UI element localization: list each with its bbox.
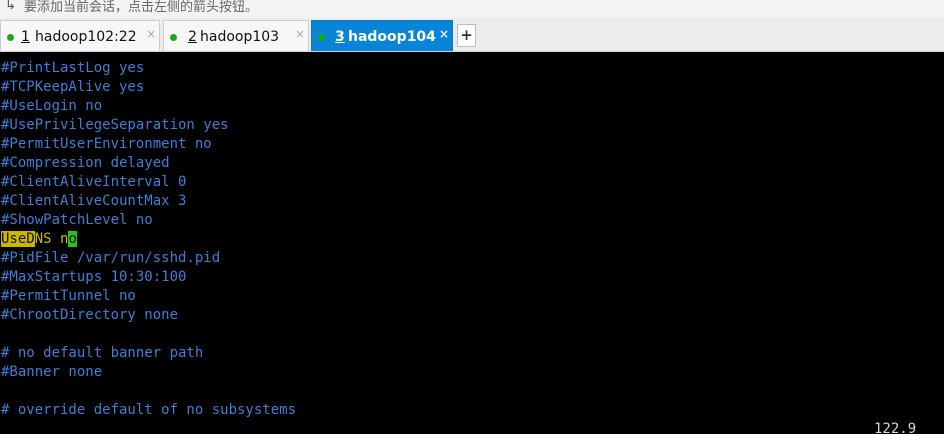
terminal-line: #Banner none xyxy=(1,364,103,380)
terminal-line: #PermitTunnel no xyxy=(1,288,136,304)
new-tab-button[interactable]: + xyxy=(457,24,476,47)
tab-label: hadoop102:22 xyxy=(35,29,137,45)
tab-number: 2 xyxy=(188,29,197,45)
tab-hadoop103[interactable]: 2 hadoop103 × xyxy=(163,20,309,51)
text-cursor: o xyxy=(68,231,77,247)
close-icon[interactable]: × xyxy=(439,27,449,41)
arrow-back-icon[interactable]: ↳ xyxy=(5,0,16,13)
tab-number: 1 xyxy=(21,29,30,45)
usedns-text: NS n xyxy=(34,231,69,247)
terminal-line: #ChrootDirectory none xyxy=(1,307,179,323)
close-icon[interactable]: × xyxy=(146,27,156,41)
connected-status-icon xyxy=(7,34,14,41)
terminal-line: #UseLogin no xyxy=(1,98,103,114)
tab-hadoop102[interactable]: 1 hadoop102:22 × xyxy=(0,20,160,51)
search-match-highlight: UseD xyxy=(1,231,35,247)
terminal-line: #ClientAliveCountMax 3 xyxy=(1,193,187,209)
terminal-line: #ClientAliveInterval 0 xyxy=(1,174,187,190)
terminal-line: #PermitUserEnvironment no xyxy=(1,136,212,152)
terminal-line: #PidFile /var/run/sshd.pid xyxy=(1,250,221,266)
usedns-line: UseDNS no xyxy=(1,230,77,249)
terminal-screen[interactable]: #PrintLastLog yes #TCPKeepAlive yes #Use… xyxy=(0,53,944,434)
session-hint-bar: ↳ 要添加当前会话，点击左侧的箭头按钮。 xyxy=(0,0,944,18)
connected-status-icon xyxy=(318,34,325,41)
session-hint-text: 要添加当前会话，点击左侧的箭头按钮。 xyxy=(24,0,259,15)
terminal-line: #ShowPatchLevel no xyxy=(1,212,153,228)
terminal-line: #TCPKeepAlive yes xyxy=(1,79,145,95)
terminal-line: #UsePrivilegeSeparation yes xyxy=(1,117,229,133)
close-icon[interactable]: × xyxy=(295,27,305,41)
terminal-line: #PrintLastLog yes xyxy=(1,60,145,76)
connected-status-icon xyxy=(170,34,177,41)
tab-label: hadoop104 xyxy=(348,29,436,45)
tab-label: hadoop103 xyxy=(200,29,280,45)
cursor-position-status: 122.9 xyxy=(874,421,917,434)
terminal-line: #Compression delayed xyxy=(1,155,170,171)
tab-hadoop104[interactable]: 3 hadoop104 × xyxy=(311,20,453,51)
tab-number: 3 xyxy=(335,29,345,45)
terminal-line: #MaxStartups 10:30:100 xyxy=(1,269,187,285)
terminal-line: # no default banner path xyxy=(1,345,204,361)
terminal-line: # override default of no subsystems xyxy=(1,402,297,418)
